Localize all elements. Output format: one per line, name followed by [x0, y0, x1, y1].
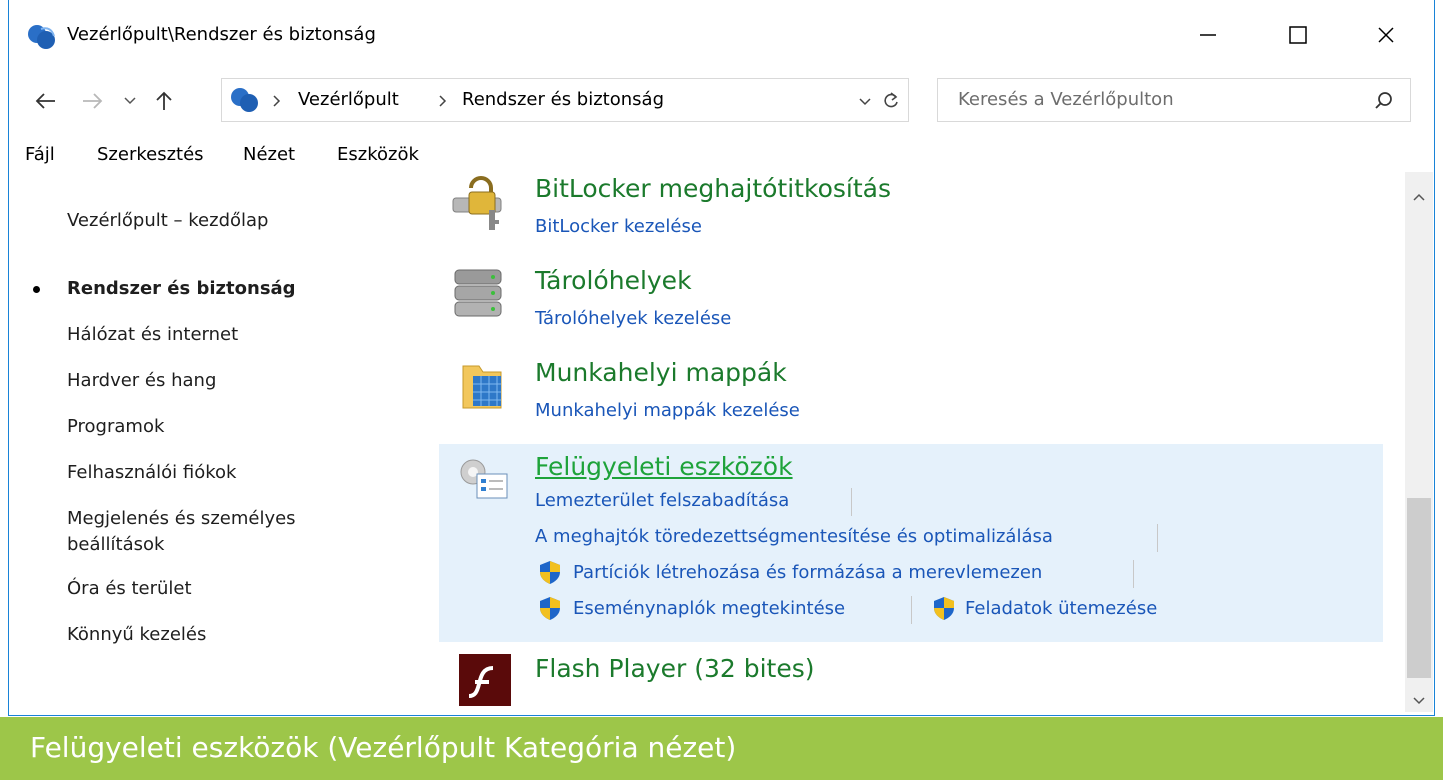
uac-shield-icon [540, 561, 560, 584]
chevron-right-icon [439, 95, 447, 107]
window-title: Vezérlőpult\Rendszer és biztonság [67, 24, 376, 45]
link-separator [851, 488, 852, 516]
active-bullet [33, 286, 40, 293]
address-bar[interactable]: Vezérlőpult Rendszer és biztonság [221, 78, 909, 122]
admin-tools-icon [460, 459, 508, 499]
back-button[interactable] [31, 86, 61, 116]
partitions-link[interactable]: Partíciók létrehozása és formázása a mer… [573, 562, 1042, 583]
event-logs-link[interactable]: Eseménynaplók megtekintése [573, 598, 845, 619]
bitlocker-manage-link[interactable]: BitLocker kezelése [535, 216, 702, 237]
menu-edit[interactable]: Szerkesztés [97, 144, 204, 165]
search-placeholder: Keresés a Vezérlőpulton [958, 89, 1174, 110]
uac-shield-icon [934, 597, 954, 620]
sidebar-item-programs[interactable]: Programok [67, 414, 164, 440]
close-icon [1378, 27, 1394, 43]
disk-cleanup-link[interactable]: Lemezterület felszabadítása [535, 490, 789, 511]
sidebar-home-link[interactable]: Vezérlőpult – kezdőlap [67, 208, 268, 234]
defragment-optimize-link[interactable]: A meghajtók töredezettségmentesítése és … [535, 526, 1053, 547]
search-icon[interactable] [1374, 91, 1394, 111]
caption-text: Felügyeleti eszközök (Vezérlőpult Kategó… [30, 731, 737, 764]
forward-button[interactable] [77, 86, 107, 116]
sidebar-item-system-security[interactable]: Rendszer és biztonság [67, 276, 296, 302]
chevron-right-icon [273, 95, 281, 107]
breadcrumb-control-panel[interactable]: Vezérlőpult [298, 89, 399, 110]
sidebar-item-hardware[interactable]: Hardver és hang [67, 368, 216, 394]
control-panel-icon [231, 88, 258, 112]
bitlocker-title[interactable]: BitLocker meghajtótitkosítás [535, 174, 891, 203]
storage-spaces-icon [454, 269, 502, 317]
recent-locations-button[interactable] [115, 86, 145, 116]
flash-player-icon [459, 654, 511, 706]
scrollbar-thumb[interactable] [1407, 498, 1431, 678]
menu-bar: Fájl Szerkesztés Nézet Eszközök [9, 140, 1434, 170]
scroll-up-icon[interactable] [1412, 192, 1426, 202]
sidebar-item-appearance[interactable]: Megjelenés és személyes beállítások [67, 506, 296, 558]
search-input[interactable]: Keresés a Vezérlőpulton [937, 78, 1411, 122]
menu-tools[interactable]: Eszközök [337, 144, 419, 165]
sidebar-item-appearance-line1: Megjelenés és személyes [67, 508, 296, 529]
storage-spaces-manage-link[interactable]: Tárolóhelyek kezelése [535, 308, 731, 329]
close-button[interactable] [1363, 14, 1409, 56]
forward-arrow-icon [83, 93, 103, 109]
scroll-down-icon[interactable] [1412, 696, 1426, 706]
flash-player-title[interactable]: Flash Player (32 bites) [535, 654, 815, 683]
sidebar-item-user-accounts[interactable]: Felhasználói fiókok [67, 460, 236, 486]
minimize-icon [1200, 34, 1216, 36]
link-separator [911, 596, 912, 624]
uac-shield-icon [540, 597, 560, 620]
vertical-scrollbar[interactable] [1405, 172, 1433, 712]
link-separator [1133, 560, 1134, 588]
admin-tools-title[interactable]: Felügyeleti eszközök [535, 452, 793, 481]
work-folders-manage-link[interactable]: Munkahelyi mappák kezelése [535, 400, 800, 421]
title-bar: Vezérlőpult\Rendszer és biztonság [9, 0, 1434, 72]
up-button[interactable] [149, 86, 179, 116]
caption-bar: Felügyeleti eszközök (Vezérlőpult Kategó… [0, 717, 1443, 780]
minimize-button[interactable] [1185, 14, 1231, 56]
breadcrumb-system-security[interactable]: Rendszer és biztonság [462, 89, 664, 110]
refresh-icon[interactable] [882, 91, 900, 111]
chevron-down-icon[interactable] [858, 97, 872, 107]
sidebar-item-ease-of-access[interactable]: Könnyű kezelés [67, 622, 206, 648]
up-arrow-icon [156, 91, 172, 110]
sidebar: Vezérlőpult – kezdőlap Rendszer és bizto… [9, 172, 429, 712]
menu-view[interactable]: Nézet [243, 144, 295, 165]
bitlocker-icon [452, 176, 502, 230]
work-folders-icon [462, 365, 502, 409]
back-arrow-icon [35, 93, 55, 109]
link-separator [1157, 524, 1158, 552]
sidebar-item-network[interactable]: Hálózat és internet [67, 322, 238, 348]
maximize-icon [1289, 26, 1307, 44]
sidebar-item-clock-region[interactable]: Óra és terület [67, 576, 192, 602]
control-panel-window: Vezérlőpult\Rendszer és biztonság Vezérl… [8, 0, 1435, 716]
work-folders-title[interactable]: Munkahelyi mappák [535, 358, 787, 387]
main-content: BitLocker meghajtótitkosítás BitLocker k… [439, 172, 1405, 712]
navigation-bar: Vezérlőpult Rendszer és biztonság Keresé… [9, 78, 1434, 124]
storage-spaces-title[interactable]: Tárolóhelyek [535, 266, 692, 295]
menu-file[interactable]: Fájl [25, 144, 55, 165]
maximize-button[interactable] [1275, 14, 1321, 56]
control-panel-icon [28, 25, 55, 49]
chevron-down-icon [124, 97, 136, 105]
task-scheduler-link[interactable]: Feladatok ütemezése [965, 598, 1157, 619]
sidebar-item-appearance-line2: beállítások [67, 534, 165, 555]
